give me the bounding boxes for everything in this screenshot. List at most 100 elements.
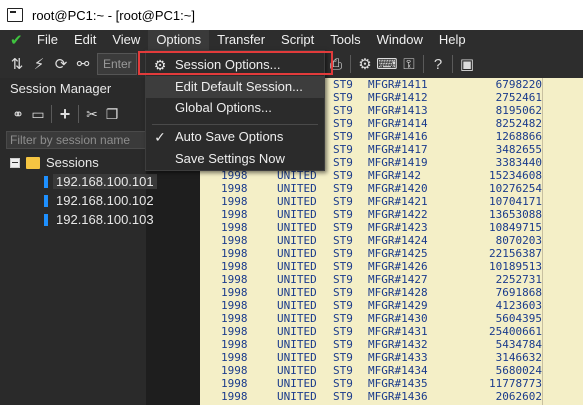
brand-cell: MFGR#1433 xyxy=(368,351,428,364)
city-cell: ST9 xyxy=(333,208,353,221)
city-cell: ST9 xyxy=(333,143,353,156)
terminal-line: 1998 UNITED ST9 MFGR#1423 10849715 xyxy=(200,221,542,234)
connect-icon[interactable]: ⇅ xyxy=(6,53,28,75)
session-manager-pane: Session Manager ⚭ ▭ + ✂ ❐ Filter by sess… xyxy=(0,78,157,405)
city-cell: ST9 xyxy=(333,260,353,273)
settings-gear-icon[interactable]: ⚙ xyxy=(354,53,376,75)
menu-script[interactable]: Script xyxy=(273,30,322,50)
city-cell: ST9 xyxy=(333,117,353,130)
revenue-cell: 5680024 xyxy=(495,364,542,377)
tree-item-label: 192.168.100.102 xyxy=(56,193,154,208)
year-cell: 1998 xyxy=(221,312,248,325)
tree-item-host[interactable]: 192.168.100.102 xyxy=(0,191,154,210)
connected-check-icon: ✔ xyxy=(10,32,23,49)
city-cell: ST9 xyxy=(333,91,353,104)
year-cell: 1998 xyxy=(221,325,248,338)
brand-cell: MFGR#1426 xyxy=(368,260,428,273)
year-cell: 1998 xyxy=(221,247,248,260)
brand-cell: MFGR#142 xyxy=(368,169,421,182)
city-cell: ST9 xyxy=(333,221,353,234)
menu-view[interactable]: View xyxy=(104,30,148,50)
year-cell: 1998 xyxy=(221,208,248,221)
city-cell: ST9 xyxy=(333,169,353,182)
monitor-icon xyxy=(44,175,48,188)
nation-cell: UNITED xyxy=(277,390,317,403)
reconnect-icon[interactable]: ⟳ xyxy=(50,53,72,75)
menu-edit[interactable]: Edit xyxy=(66,30,104,50)
menu-file[interactable]: File xyxy=(29,30,66,50)
nation-cell: UNITED xyxy=(277,312,317,325)
disconnect-icon[interactable]: ⚯ xyxy=(72,53,94,75)
terminal-line: 1998 UNITED ST9 MFGR#1430 5604395 xyxy=(200,312,542,325)
menu-item-edit-default-session[interactable]: Edit Default Session... xyxy=(146,76,324,98)
city-cell: ST9 xyxy=(333,78,353,91)
terminal-line: 1998 UNITED ST9 MFGR#1433 3146632 xyxy=(200,351,542,364)
terminal-app-icon xyxy=(7,8,23,22)
menu-item-save-settings-now[interactable]: Save Settings Now xyxy=(146,148,324,170)
nation-cell: UNITED xyxy=(277,234,317,247)
city-cell: ST9 xyxy=(333,273,353,286)
menu-window[interactable]: Window xyxy=(369,30,431,50)
session-manager-title: Session Manager xyxy=(10,81,112,96)
revenue-cell: 10276254 xyxy=(489,182,542,195)
revenue-cell: 4123603 xyxy=(495,299,542,312)
terminal-line: 1998 UNITED ST9 MFGR#1424 8070203 xyxy=(200,234,542,247)
brand-cell: MFGR#1425 xyxy=(368,247,428,260)
city-cell: ST9 xyxy=(333,182,353,195)
brand-cell: MFGR#1434 xyxy=(368,364,428,377)
revenue-cell: 5604395 xyxy=(495,312,542,325)
toolbar-divider xyxy=(452,55,453,73)
terminal-line: 1998 UNITED ST9 MFGR#1432 5434784 xyxy=(200,338,542,351)
help-icon[interactable]: ? xyxy=(427,53,449,75)
menu-item-auto-save-options[interactable]: ✓ Auto Save Options xyxy=(146,126,324,148)
terminal-line: 1998 UNITED ST9 MFGR#1425 22156387 xyxy=(200,247,542,260)
year-cell: 1998 xyxy=(221,169,248,182)
brand-cell: MFGR#1429 xyxy=(368,299,428,312)
image-icon[interactable]: ▣ xyxy=(456,53,478,75)
menu-item-global-options[interactable]: Global Options... xyxy=(146,97,324,119)
city-cell: ST9 xyxy=(333,234,353,247)
toolbar-divider xyxy=(51,105,52,123)
brand-cell: MFGR#1419 xyxy=(368,156,428,169)
host-input[interactable]: Enter xyxy=(97,53,137,75)
tree-item-host[interactable]: 192.168.100.103 xyxy=(0,210,154,229)
nation-cell: UNITED xyxy=(277,260,317,273)
nation-cell: UNITED xyxy=(277,364,317,377)
year-cell: 1998 xyxy=(221,195,248,208)
terminal-line: 1998 UNITED ST9 MFGR#1421 10704171 xyxy=(200,195,542,208)
menu-help[interactable]: Help xyxy=(431,30,474,50)
city-cell: ST9 xyxy=(333,377,353,390)
new-tab-icon[interactable]: ▭ xyxy=(28,103,48,125)
revenue-cell: 8070203 xyxy=(495,234,542,247)
tree-item-sessions[interactable]: Sessions xyxy=(0,153,146,172)
quick-connect-icon[interactable]: ⚡ xyxy=(28,53,50,75)
revenue-cell: 3482655 xyxy=(495,143,542,156)
session-filter-input[interactable]: Filter by session name xyxy=(6,131,146,149)
keymap-icon[interactable]: ⌨ xyxy=(376,53,398,75)
brand-cell: MFGR#1420 xyxy=(368,182,428,195)
city-cell: ST9 xyxy=(333,312,353,325)
year-cell: 1998 xyxy=(221,364,248,377)
copy-icon[interactable]: ❐ xyxy=(102,103,122,125)
collapse-icon[interactable] xyxy=(10,157,20,168)
menu-tools[interactable]: Tools xyxy=(322,30,368,50)
monitor-icon xyxy=(44,213,48,226)
menu-transfer[interactable]: Transfer xyxy=(209,30,273,50)
menu-separator xyxy=(152,124,318,125)
brand-cell: MFGR#1421 xyxy=(368,195,428,208)
key-icon[interactable]: ⚿ xyxy=(398,53,420,75)
menu-options[interactable]: Options xyxy=(148,30,210,50)
brand-cell: MFGR#1412 xyxy=(368,91,428,104)
link-icon[interactable]: ⚭ xyxy=(8,103,28,125)
revenue-cell: 5434784 xyxy=(495,338,542,351)
tree-item-host[interactable]: 192.168.100.101 xyxy=(0,172,157,191)
revenue-cell: 3146632 xyxy=(495,351,542,364)
terminal-line: 1998 UNITED ST9 MFGR#1429 4123603 xyxy=(200,299,542,312)
terminal-line: 1998 UNITED ST9 MFGR#1435 11778773 xyxy=(200,377,542,390)
city-cell: ST9 xyxy=(333,351,353,364)
cut-icon[interactable]: ✂ xyxy=(82,103,102,125)
revenue-cell: 25400661 xyxy=(489,325,542,338)
add-icon[interactable]: + xyxy=(55,103,75,125)
year-cell: 1998 xyxy=(221,182,248,195)
window-title: root@PC1:~ - [root@PC1:~] xyxy=(32,7,195,23)
